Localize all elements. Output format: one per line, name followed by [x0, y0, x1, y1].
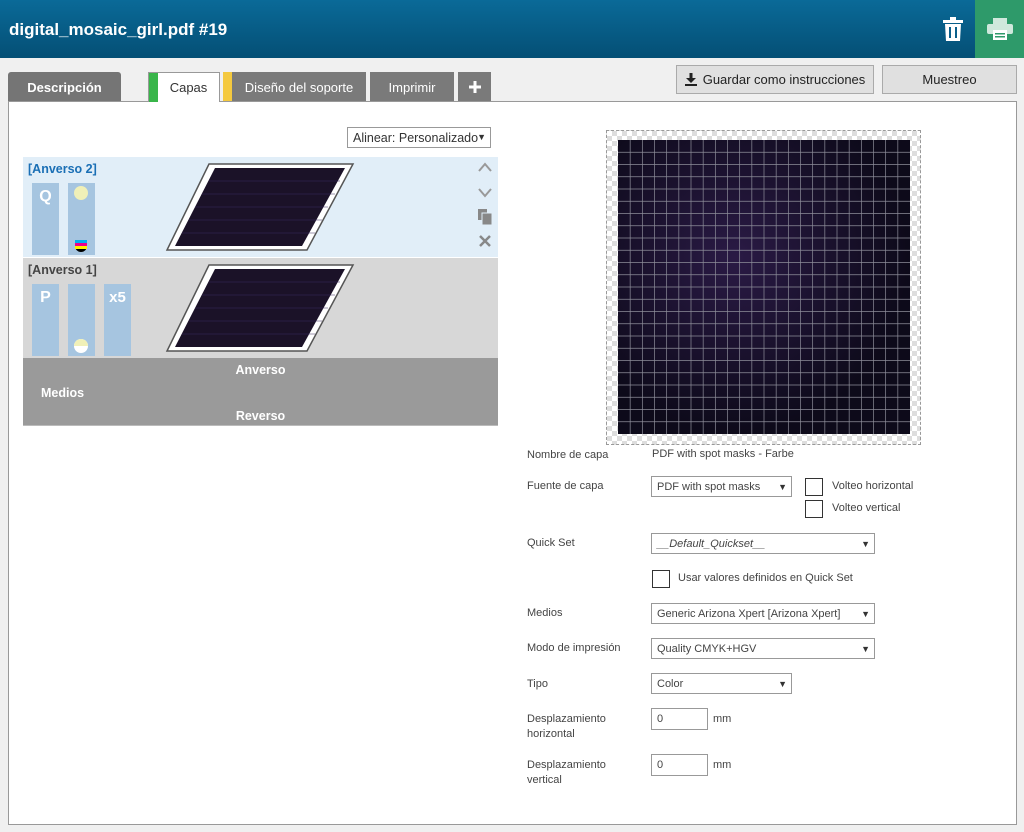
media-value: Generic Arizona Xpert [Arizona Xpert]	[657, 607, 841, 620]
type-select[interactable]: Color ▼	[651, 673, 792, 694]
ink-chip[interactable]	[68, 284, 95, 356]
align-select[interactable]: Alinear: Personalizado ▼	[347, 127, 491, 148]
caret-down-icon: ▼	[778, 482, 787, 492]
add-tab-button[interactable]	[458, 72, 491, 102]
layer-thumbnail	[165, 264, 355, 352]
delete-button[interactable]	[932, 0, 974, 58]
copy-icon	[478, 209, 493, 226]
quality-chip[interactable]: Q	[32, 183, 59, 255]
divider	[23, 425, 498, 426]
layer-name-label: Nombre de capa	[527, 449, 609, 461]
chevron-up-icon	[478, 162, 492, 172]
quickset-label: Quick Set	[527, 537, 575, 549]
sampling-button[interactable]: Muestreo	[882, 65, 1017, 94]
tab-layers[interactable]: Capas	[148, 72, 220, 102]
layer-title: [Anverso 2]	[28, 162, 97, 176]
print-mode-label: Modo de impresión	[527, 642, 621, 654]
align-select-value: Alinear: Personalizado	[353, 130, 479, 145]
media-field-label: Medios	[527, 607, 563, 619]
duplicate-layer-button[interactable]	[475, 209, 495, 228]
preview-grid	[618, 140, 910, 434]
offset-vertical-label: Desplazamiento vertical	[527, 758, 606, 788]
mosaic-preview-image	[618, 140, 910, 434]
type-label: Tipo	[527, 678, 548, 690]
cmyk-icon	[75, 240, 87, 252]
tab-media-design-label: Diseño del soporte	[244, 79, 354, 95]
tab-media-design[interactable]: Diseño del soporte	[223, 72, 366, 102]
save-instructions-button[interactable]: Guardar como instrucciones	[676, 65, 874, 94]
caret-down-icon: ▼	[861, 644, 870, 654]
media-label: Medios	[41, 386, 85, 400]
offset-vertical-label-line2: vertical	[527, 774, 562, 786]
app-header: digital_mosaic_girl.pdf #19	[0, 0, 1024, 58]
offset-horizontal-label: Desplazamiento horizontal	[527, 712, 606, 742]
use-quickset-label: Usar valores definidos en Quick Set	[678, 572, 853, 584]
quickset-value: __Default_Quickset__	[657, 537, 766, 550]
tab-description[interactable]: Descripción	[8, 72, 121, 102]
offset-horizontal-label-line1: Desplazamiento	[527, 713, 606, 725]
tab-print[interactable]: Imprimir	[370, 72, 454, 102]
layer-name-value: PDF with spot masks - Farbe	[652, 448, 794, 460]
printer-icon	[986, 18, 1013, 40]
print-mode-select[interactable]: Quality CMYK+HGV ▼	[651, 638, 875, 659]
print-button[interactable]	[975, 0, 1024, 58]
tab-layers-label: Capas	[169, 80, 208, 95]
use-quickset-checkbox[interactable]	[652, 570, 670, 588]
layer-source-value: PDF with spot masks	[657, 480, 761, 493]
caret-down-icon: ▼	[861, 539, 870, 549]
chevron-down-icon	[478, 188, 492, 198]
offset-vertical-input[interactable]: 0	[651, 754, 708, 776]
quality-chip[interactable]: P	[32, 284, 59, 356]
offset-vertical-unit: mm	[713, 759, 732, 771]
passes-chip[interactable]: x5	[104, 284, 131, 356]
flip-vertical-checkbox[interactable]	[805, 500, 823, 518]
caret-down-icon: ▼	[861, 609, 870, 619]
flip-vertical-label: Volteo vertical	[832, 502, 901, 514]
white-ink-icon	[74, 339, 88, 353]
delete-layer-button[interactable]	[475, 234, 495, 250]
layer-title: [Anverso 1]	[28, 263, 97, 277]
print-mode-value: Quality CMYK+HGV	[657, 642, 757, 655]
layer-preview	[606, 130, 921, 445]
layer-thumbnail	[165, 163, 355, 251]
document-title: digital_mosaic_girl.pdf #19	[9, 20, 228, 39]
move-up-button[interactable]	[475, 159, 495, 175]
front-label: Anverso	[235, 363, 286, 377]
media-section[interactable]: Anverso Medios Reverso	[23, 358, 498, 426]
plus-icon	[468, 81, 481, 93]
offset-vertical-label-line1: Desplazamiento	[527, 759, 606, 771]
layer-source-select[interactable]: PDF with spot masks ▼	[651, 476, 792, 497]
type-value: Color	[657, 677, 684, 690]
layer-source-label: Fuente de capa	[527, 480, 604, 492]
offset-horizontal-unit: mm	[713, 713, 732, 725]
layers-tab-marker	[149, 73, 158, 102]
layer-front-2[interactable]: [Anverso 2] Q	[23, 157, 498, 257]
save-instructions-label: Guardar como instrucciones	[702, 72, 866, 87]
move-down-button[interactable]	[475, 185, 495, 201]
white-ink-icon	[74, 186, 88, 200]
download-icon	[684, 73, 697, 86]
layer-front-1[interactable]: [Anverso 1] P x5	[23, 258, 498, 358]
offset-horizontal-input[interactable]: 0	[651, 708, 708, 730]
offset-horizontal-label-line2: horizontal	[527, 728, 575, 740]
close-icon	[479, 235, 491, 247]
flip-horizontal-label: Volteo horizontal	[832, 480, 914, 492]
media-select[interactable]: Generic Arizona Xpert [Arizona Xpert] ▼	[651, 603, 875, 624]
media-tab-marker	[223, 72, 232, 102]
quickset-select[interactable]: __Default_Quickset__ ▼	[651, 533, 875, 554]
caret-down-icon: ▼	[778, 679, 787, 689]
caret-down-icon: ▼	[477, 132, 486, 142]
trash-icon	[943, 17, 963, 41]
flip-horizontal-checkbox[interactable]	[805, 478, 823, 496]
ink-chip[interactable]	[68, 183, 95, 255]
back-label: Reverso	[235, 409, 286, 423]
